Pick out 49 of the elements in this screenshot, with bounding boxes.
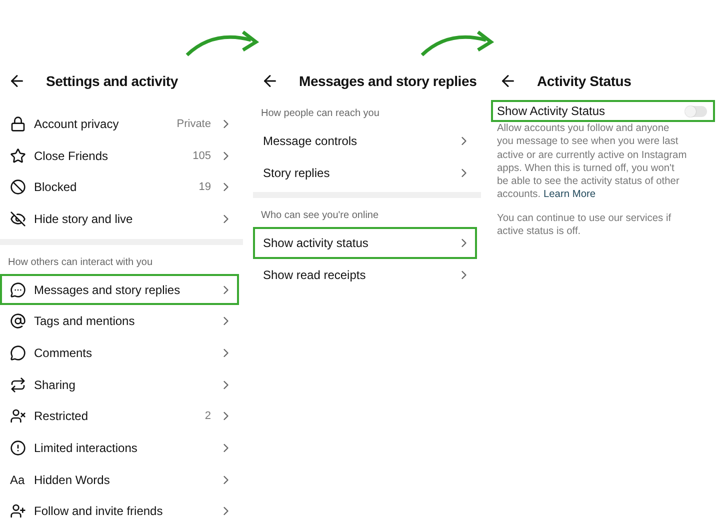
row-value: 105 bbox=[192, 150, 211, 162]
eye-off-icon bbox=[10, 210, 26, 227]
settings-row[interactable]: Sharing bbox=[0, 368, 239, 400]
settings-row[interactable]: Hide story and live bbox=[0, 203, 239, 235]
repeat-icon bbox=[10, 376, 26, 393]
section-heading: How people can reach you bbox=[260, 107, 380, 121]
page-title: Activity Status bbox=[537, 73, 632, 89]
settings-row[interactable]: Limited interactions bbox=[0, 432, 239, 464]
row-value: 2 bbox=[204, 410, 211, 422]
back-icon[interactable] bbox=[261, 72, 279, 90]
settings-row[interactable]: Follow and invite friends bbox=[0, 496, 239, 528]
settings-row[interactable]: Comments bbox=[0, 337, 239, 369]
page-title: Settings and activity bbox=[46, 73, 178, 89]
settings-row[interactable]: Account privacy Private bbox=[0, 108, 239, 140]
user-x-icon bbox=[10, 408, 26, 424]
add-user-icon bbox=[10, 503, 26, 520]
description-text: You can continue to use our services if active status is off. bbox=[497, 212, 672, 238]
row-value: Private bbox=[176, 118, 211, 130]
toggle-row[interactable]: Show Activity Status bbox=[491, 100, 715, 122]
settings-row[interactable]: Show activity status bbox=[253, 227, 477, 260]
section-heading: How others can interact with you bbox=[7, 256, 154, 270]
text-size-icon: Aa bbox=[10, 472, 26, 487]
settings-row[interactable]: Show read receipts bbox=[253, 259, 477, 291]
at-sign-icon bbox=[10, 313, 26, 330]
settings-row[interactable]: Aa Hidden Words bbox=[0, 464, 239, 496]
section-heading: Who can see you're online bbox=[260, 209, 380, 224]
settings-row[interactable]: Restricted 2 bbox=[0, 400, 239, 432]
back-icon[interactable] bbox=[499, 72, 517, 90]
chat-icon bbox=[10, 282, 26, 298]
settings-row[interactable]: Message controls bbox=[253, 125, 477, 157]
star-icon bbox=[10, 148, 26, 164]
learn-more-link[interactable]: Learn More bbox=[543, 189, 596, 200]
settings-row[interactable]: Story replies bbox=[253, 156, 477, 188]
ban-icon bbox=[10, 179, 26, 196]
curved-arrow-icon bbox=[183, 30, 261, 58]
row-value: 19 bbox=[198, 181, 211, 194]
toggle-switch[interactable] bbox=[685, 106, 707, 116]
back-icon[interactable] bbox=[8, 72, 26, 90]
toggle-label: Show Activity Status bbox=[497, 104, 606, 118]
settings-row[interactable]: Blocked 19 bbox=[0, 171, 239, 204]
lock-icon bbox=[10, 116, 26, 132]
settings-row[interactable]: Close Friends 105 bbox=[0, 140, 239, 172]
curved-arrow-icon bbox=[418, 30, 496, 58]
settings-row[interactable]: Tags and mentions bbox=[0, 305, 239, 338]
page-title: Messages and story replies bbox=[299, 73, 477, 89]
description-text: Allow accounts you follow and anyone you message to see when you were last active or are currently active on Instagram apps. When this is turned off, you won't be able to see the activity status of other accounts. Learn More bbox=[497, 122, 687, 202]
speech-bubble-icon bbox=[10, 344, 26, 361]
settings-row[interactable]: Messages and story replies bbox=[0, 274, 239, 306]
alert-icon bbox=[10, 440, 26, 456]
